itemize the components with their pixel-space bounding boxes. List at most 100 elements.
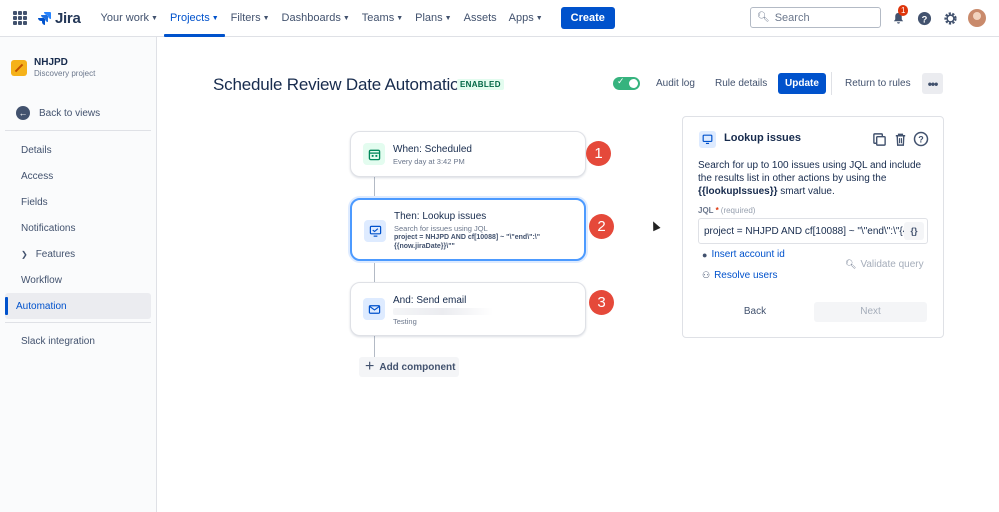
nav-your-work[interactable]: Your work ▼	[95, 0, 164, 37]
nav-projects[interactable]: Projects ▼	[163, 0, 225, 37]
delete-button[interactable]	[891, 130, 909, 148]
search-placeholder: Search	[774, 11, 810, 24]
chevron-down-icon: ▼	[262, 14, 270, 22]
user-icon: ●	[702, 249, 708, 260]
help-button[interactable]: ?	[912, 130, 930, 148]
update-button[interactable]: Update	[778, 73, 826, 94]
settings-button[interactable]	[940, 8, 960, 28]
step-number-badge: 2	[589, 214, 614, 239]
sidebar-item-features[interactable]: ❯ Features	[5, 241, 151, 267]
sidebar-item-label: Automation	[16, 300, 67, 312]
step-subtitle: Every day at 3:42 PM	[393, 157, 465, 166]
nav-label: Apps	[508, 12, 534, 24]
component-config-panel: Lookup issues ? Search for up to 100 iss…	[682, 116, 944, 338]
return-to-rules-button[interactable]: Return to rules	[845, 73, 911, 94]
chevron-down-icon: ▼	[535, 14, 543, 22]
jira-logo[interactable]: Jira	[37, 10, 81, 27]
required-text: (required)	[720, 206, 756, 215]
redacted-text	[393, 308, 493, 315]
sidebar-item-access[interactable]: Access	[5, 163, 151, 189]
desc-text: smart value.	[777, 186, 835, 197]
avatar[interactable]	[968, 9, 986, 27]
step-title: Then: Lookup issues	[394, 211, 487, 222]
sidebar-item-automation[interactable]: Automation	[5, 293, 151, 319]
sidebar-item-slack-integration[interactable]: Slack integration	[5, 328, 151, 354]
step-subtitle: Testing	[393, 317, 417, 326]
validate-query-button[interactable]: 🔍︎ Validate query	[845, 259, 924, 270]
project-avatar-icon	[11, 60, 27, 76]
svg-text:?: ?	[921, 14, 927, 24]
search-input[interactable]: 🔍︎ Search	[750, 7, 881, 28]
sidebar-menu: Details Access Fields Notifications ❯ Fea…	[0, 137, 156, 319]
jql-field[interactable]: project = NHJPD AND cf[10088] ~ "\"end\"…	[698, 218, 928, 244]
lookup-issues-icon	[364, 220, 386, 242]
back-button[interactable]: Back	[699, 302, 811, 322]
sidebar-item-details[interactable]: Details	[5, 137, 151, 163]
create-button[interactable]: Create	[560, 7, 615, 29]
smart-value-picker-button[interactable]: {}	[904, 222, 924, 240]
chevron-down-icon: ▼	[396, 14, 404, 22]
sidebar-item-fields[interactable]: Fields	[5, 189, 151, 215]
project-sidebar: NHJPD Discovery project ← Back to views …	[0, 37, 157, 512]
copy-icon	[872, 132, 886, 146]
audit-log-button[interactable]: Audit log	[656, 73, 695, 94]
nav-label: Assets	[463, 12, 497, 24]
help-icon: ?	[917, 11, 931, 25]
panel-actions: ?	[867, 130, 930, 148]
panel-title: Lookup issues	[724, 132, 802, 144]
sidebar-item-label: Workflow	[21, 274, 62, 286]
people-icon: ⚇	[702, 270, 711, 280]
duplicate-button[interactable]	[870, 130, 888, 148]
rule-step-lookup-issues[interactable]: Then: Lookup issues Search for issues us…	[350, 198, 586, 261]
insert-account-id-link[interactable]: ● Insert account id	[702, 249, 785, 260]
nav-filters[interactable]: Filters ▼	[225, 0, 276, 37]
notifications-button[interactable]: 1	[888, 5, 909, 28]
chevron-right-icon[interactable]: ❯	[21, 250, 28, 259]
step-number-badge: 1	[586, 141, 611, 166]
add-component-button[interactable]: + Add component	[359, 357, 459, 377]
insert-account-label: Insert account id	[711, 249, 785, 260]
top-navigation: Jira Your work ▼ Projects ▼ Filters ▼ Dashb…	[0, 0, 999, 37]
app-switcher-icon[interactable]	[13, 11, 27, 25]
sidebar-item-workflow[interactable]: Workflow	[5, 267, 151, 293]
flow-connector	[374, 336, 375, 358]
nav-assets[interactable]: Assets	[458, 0, 503, 37]
sidebar-item-notifications[interactable]: Notifications	[5, 215, 151, 241]
next-button[interactable]: Next	[814, 302, 927, 322]
help-button[interactable]: ?	[914, 8, 934, 28]
rule-step-send-email[interactable]: And: Send email Testing	[350, 282, 586, 336]
top-icons: 1 ?	[888, 5, 986, 28]
jira-logo-icon	[38, 12, 51, 25]
rule-details-button[interactable]: Rule details	[715, 73, 767, 94]
sidebar-divider	[5, 130, 151, 131]
nav-teams[interactable]: Teams ▼	[356, 0, 409, 37]
flow-connector	[374, 261, 375, 282]
rule-enabled-toggle[interactable]	[613, 76, 640, 90]
nav-label: Filters	[230, 12, 261, 24]
chevron-down-icon: ▼	[444, 14, 452, 22]
email-icon	[363, 298, 385, 320]
chevron-down-icon: ▼	[342, 14, 350, 22]
help-icon: ?	[913, 131, 929, 147]
back-to-views-link[interactable]: ← Back to views	[16, 106, 156, 120]
project-header[interactable]: NHJPD Discovery project	[0, 37, 156, 78]
notification-badge: 1	[898, 5, 909, 16]
step-title: And: Send email	[393, 295, 467, 306]
chevron-down-icon: ▼	[211, 14, 219, 22]
nav-apps[interactable]: Apps ▼	[503, 0, 549, 37]
step-number-badge: 3	[589, 290, 614, 315]
resolve-users-link[interactable]: ⚇ Resolve users	[702, 270, 777, 281]
panel-description: Search for up to 100 issues using JQL an…	[698, 159, 933, 198]
add-component-label: Add component	[379, 361, 456, 373]
nav-dashboards[interactable]: Dashboards ▼	[276, 0, 356, 37]
rule-step-trigger[interactable]: When: Scheduled Every day at 3:42 PM	[350, 131, 586, 177]
more-actions-button[interactable]: •••	[922, 73, 943, 94]
desc-text: Search for up to 100 issues using JQL an…	[698, 160, 922, 184]
nav-plans[interactable]: Plans ▼	[409, 0, 457, 37]
nav-label: Your work	[100, 12, 150, 24]
lookup-issues-icon	[699, 131, 716, 148]
plus-icon: +	[365, 358, 375, 375]
back-to-views-label: Back to views	[39, 107, 101, 119]
jql-value: project = NHJPD AND cf[10088] ~ "\"end\"…	[704, 226, 904, 237]
nav-label: Projects	[169, 12, 210, 24]
